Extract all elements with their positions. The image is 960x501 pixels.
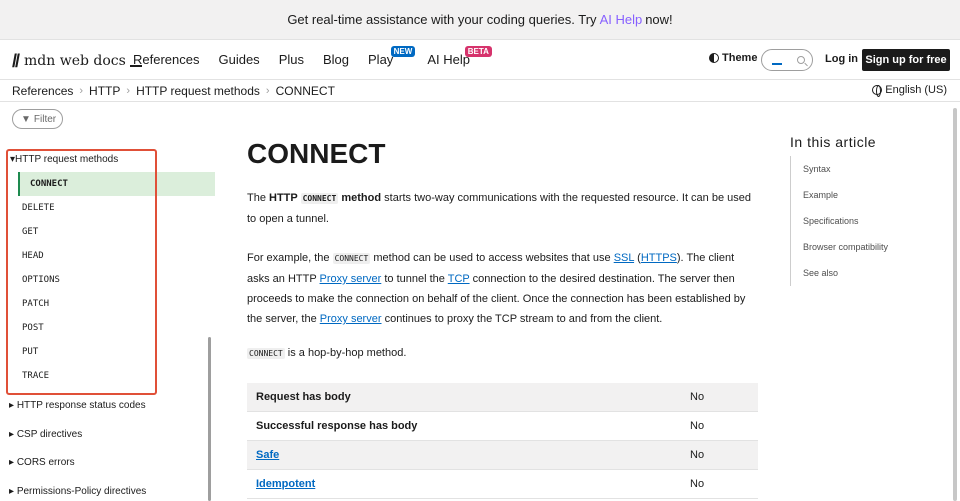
top-navigation: // mdn web docs References Guides Plus B… <box>0 40 960 80</box>
nav-guides[interactable]: Guides <box>218 52 259 67</box>
article: CONNECT The HTTP CONNECT method starts t… <box>247 138 759 499</box>
triangle-right-icon: ▸ <box>9 457 17 468</box>
ssl-link[interactable]: SSL <box>614 252 634 264</box>
sidebar-group-cors[interactable]: ▸ CORS errors <box>9 457 75 468</box>
language-switcher[interactable]: English (US) <box>872 84 947 97</box>
mdn-logo-icon: // <box>12 50 20 71</box>
inline-code: CONNECT <box>300 193 339 204</box>
sidebar-item-put[interactable]: PUT <box>18 340 215 364</box>
table-row: Idempotent No <box>247 470 758 499</box>
sidebar-group-csp[interactable]: ▸ CSP directives <box>9 429 82 440</box>
globe-icon <box>872 85 883 97</box>
safe-link[interactable]: Safe <box>247 449 682 461</box>
inline-code: CONNECT <box>247 348 285 359</box>
sidebar-item-options[interactable]: OPTIONS <box>18 268 215 292</box>
description-paragraph: For example, the CONNECT method can be u… <box>247 252 746 325</box>
https-link[interactable]: HTTPS <box>641 252 677 264</box>
nav-ai-help[interactable]: AI Help BETA <box>427 46 492 67</box>
table-row: Successful response has body No <box>247 412 758 441</box>
sidebar-item-connect[interactable]: CONNECT <box>18 172 215 196</box>
breadcrumb-connect[interactable]: CONNECT <box>276 84 335 98</box>
page-scrollbar[interactable] <box>953 108 957 501</box>
theme-icon <box>709 53 719 63</box>
page-title: CONNECT <box>247 138 386 169</box>
tcp-link[interactable]: TCP <box>448 273 470 285</box>
nav-references[interactable]: References <box>133 52 199 67</box>
table-of-contents: In this article Syntax Example Specifica… <box>790 134 888 286</box>
beta-badge: BETA <box>464 46 492 57</box>
sidebar-item-patch[interactable]: PATCH <box>18 292 215 316</box>
ai-help-link[interactable]: AI Help <box>600 12 643 27</box>
main-menu: References Guides Plus Blog Play NEW AI … <box>133 46 492 67</box>
sidebar-item-delete[interactable]: DELETE <box>18 196 215 220</box>
toc-item-see-also[interactable]: See also <box>791 260 930 286</box>
toc-item-specifications[interactable]: Specifications <box>791 208 930 234</box>
idempotent-link[interactable]: Idempotent <box>247 478 682 490</box>
sidebar-filter-button[interactable]: ▼ Filter <box>12 109 63 129</box>
table-header-cell: Successful response has body <box>256 420 418 432</box>
table-row: Request has body No <box>247 383 758 412</box>
sidebar-item-get[interactable]: GET <box>18 220 215 244</box>
breadcrumb: References › HTTP › HTTP request methods… <box>0 80 960 102</box>
nav-play[interactable]: Play NEW <box>368 46 416 67</box>
theme-switcher[interactable]: Theme <box>709 52 757 64</box>
toc-item-example[interactable]: Example <box>791 182 930 208</box>
hop-by-hop-paragraph: CONNECT is a hop-by-hop method. <box>247 347 407 359</box>
breadcrumb-references[interactable]: References <box>12 84 73 98</box>
filter-icon: ▼ <box>21 113 31 125</box>
triangle-right-icon: ▸ <box>9 486 17 497</box>
table-value-cell: No <box>690 449 705 461</box>
logo-text: mdn web docs <box>24 53 126 69</box>
login-link[interactable]: Log in <box>825 53 858 65</box>
triangle-right-icon: ▸ <box>9 400 17 411</box>
table-row: Safe No <box>247 441 758 470</box>
breadcrumb-http[interactable]: HTTP <box>89 84 120 98</box>
table-value-cell: No <box>690 391 705 403</box>
sidebar-item-post[interactable]: POST <box>18 316 215 340</box>
announcement-banner: Get real-time assistance with your codin… <box>0 0 960 40</box>
intro-paragraph: The HTTP CONNECT method starts two-way c… <box>247 192 751 225</box>
sidebar: ▾HTTP request methods CONNECT DELETE GET… <box>0 140 216 501</box>
proxy-server-link-2[interactable]: Proxy server <box>320 313 382 325</box>
search-icon <box>797 56 805 64</box>
toc-item-browser-compatibility[interactable]: Browser compatibility <box>791 234 930 260</box>
sidebar-item-head[interactable]: HEAD <box>18 244 215 268</box>
table-value-cell: No <box>690 420 705 432</box>
sidebar-group-status-codes[interactable]: ▸ HTTP response status codes <box>9 400 146 411</box>
toc-title: In this article <box>790 134 877 150</box>
new-badge: NEW <box>390 46 416 57</box>
signup-button[interactable]: Sign up for free <box>862 49 950 71</box>
table-header-cell: Request has body <box>256 391 351 403</box>
triangle-right-icon: ▸ <box>9 429 17 440</box>
banner-text: Get real-time assistance with your codin… <box>287 12 597 27</box>
search-caret <box>772 63 782 65</box>
chevron-right-icon: › <box>79 85 84 97</box>
toc-list: Syntax Example Specifications Browser co… <box>790 156 930 286</box>
banner-text-end: now! <box>645 12 673 27</box>
sidebar-group-permissions-policy[interactable]: ▸ Permissions-Policy directives <box>9 486 146 497</box>
nav-blog[interactable]: Blog <box>323 52 349 67</box>
mdn-logo[interactable]: // mdn web docs <box>12 51 142 71</box>
inline-code: CONNECT <box>332 253 371 264</box>
method-list: CONNECT DELETE GET HEAD OPTIONS PATCH PO… <box>18 172 215 388</box>
chevron-right-icon: › <box>265 85 270 97</box>
nav-plus[interactable]: Plus <box>279 52 304 67</box>
search-input[interactable] <box>761 49 813 71</box>
sidebar-scrollbar[interactable] <box>208 337 211 501</box>
sidebar-group-request-methods[interactable]: ▾HTTP request methods <box>10 154 118 165</box>
table-value-cell: No <box>690 478 705 490</box>
toc-item-syntax[interactable]: Syntax <box>791 156 930 182</box>
properties-table: Request has body No Successful response … <box>247 383 758 499</box>
sidebar-item-trace[interactable]: TRACE <box>18 364 215 388</box>
breadcrumb-request-methods[interactable]: HTTP request methods <box>136 84 260 98</box>
chevron-right-icon: › <box>126 85 131 97</box>
proxy-server-link[interactable]: Proxy server <box>320 273 382 285</box>
